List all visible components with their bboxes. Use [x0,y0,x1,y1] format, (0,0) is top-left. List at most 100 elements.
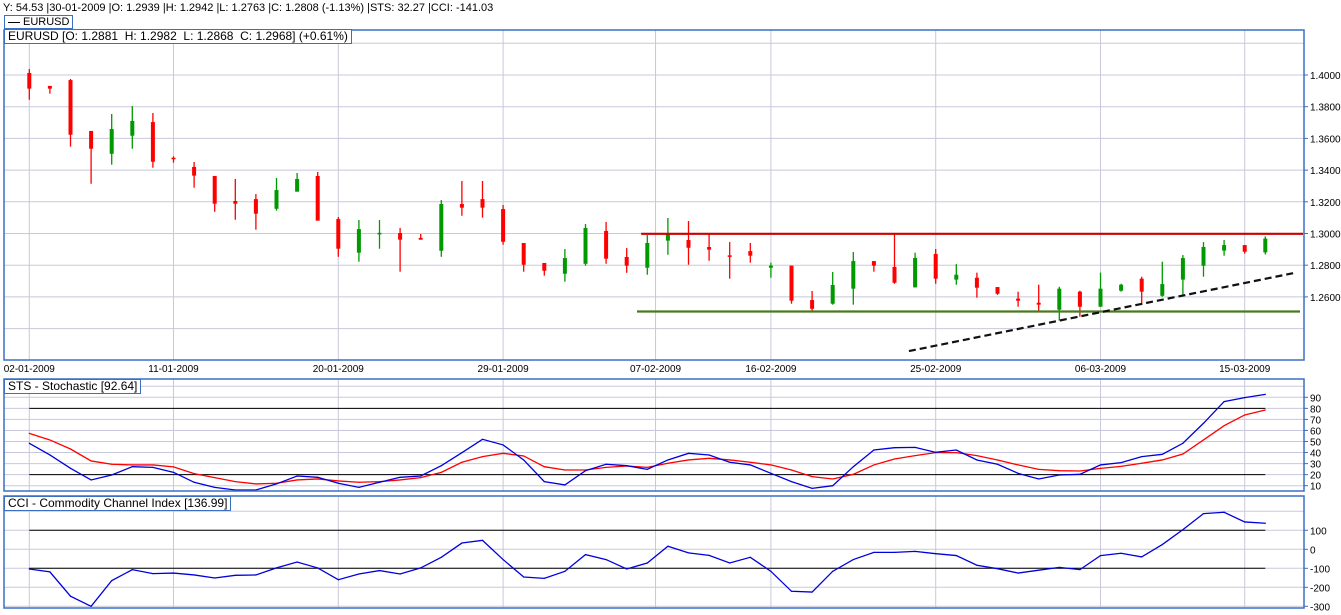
candle-body [418,237,423,240]
stochastic-d-line-point [111,463,113,465]
stochastic-k-line-point [584,470,587,472]
stochastic-d-line-point [646,466,648,468]
candle-34 [727,242,732,279]
candle-23 [501,204,506,245]
candle-body [47,85,52,89]
cci-line-point [193,574,195,576]
stochastic-k-line-point [1244,397,1246,399]
stochastic-d-line-point [440,471,442,473]
stochastic-d-line-point [172,466,175,468]
cci-line-point [1202,512,1205,515]
stochastic-d-line-point [234,481,236,483]
x-tick-label: 06-03-2009 [1075,364,1127,375]
candle-body [521,243,526,265]
candle-body [748,251,753,256]
cci-line [29,511,1266,608]
stochastic-d-line-point [461,461,463,463]
stochastic-d-line-point [729,459,731,461]
candle-body [624,256,629,266]
stochastic-k-line-point [1058,474,1060,476]
cci-line-point [914,550,916,552]
stochastic-k-line-point [440,465,442,467]
stochastic-k-line-point [893,447,896,449]
stochastic-k-line-point [502,444,504,446]
candle-42 [892,233,897,284]
stochastic-d-line-point [1182,453,1184,455]
stochastic-k-line-point [296,475,298,477]
cci-line-point [935,553,937,555]
candle-body [562,258,567,274]
stochastic-d-line-point [131,464,133,466]
cci-line-point [1017,572,1019,574]
x-tick-label: 29-01-2009 [478,364,530,375]
candle-29 [624,248,629,273]
candle-59 [1242,245,1247,254]
candle-body [1119,284,1124,291]
candle-body [933,253,938,279]
cci-panel-title: CCI - Commodity Channel Index [136.99] [4,496,232,511]
candle-19 [418,233,423,240]
candle-body [377,232,382,235]
cci-line-point [1079,569,1081,571]
stochastic-k-line-point [832,485,834,487]
stochastic-d-line-point [564,469,566,471]
stochastic-d-line-point [976,455,978,457]
stochastic-tick-label: 10 [1310,482,1322,493]
stochastic-k-line-point [152,466,154,468]
candle-28 [604,221,609,264]
stochastic-d-line-point [1223,425,1225,427]
candle-body [542,262,547,271]
x-tick-label: 15-03-2009 [1219,364,1271,375]
stochastic-d-line-point [1079,470,1081,472]
stochastic-k-line-point [626,465,628,467]
stochastic-tick-label: 40 [1310,449,1322,460]
candle-43 [913,252,918,288]
candle-body [1016,298,1021,301]
stochastic-k-line-point [749,464,751,466]
cci-line-point [1161,543,1163,546]
cci-line-point [69,595,72,597]
candle-body [892,266,897,283]
stochastic-k-line-point [193,481,195,483]
candle-body [150,122,155,162]
candle-body [810,300,815,309]
stochastic-d-line-point [1120,465,1122,467]
stochastic-d-line-point [955,452,957,454]
stochastic-d-line-point [1058,470,1060,472]
stochastic-d-line-point [605,466,607,468]
stochastic-tick-label: 90 [1310,393,1322,404]
stochastic-d-line-point [543,466,545,468]
stochastic-k-line-point [1202,422,1205,424]
candle-body [480,199,485,208]
candle-13 [295,172,300,192]
cci-line-point [152,573,154,575]
cci-line-point [378,569,381,572]
candle-body [1036,302,1041,305]
cci-line-point [708,554,710,556]
stochastic-d-line-point [811,476,813,478]
panel-frames [3,29,1305,609]
candle-4 [109,113,114,165]
stochastic-k-line-point [1038,478,1040,480]
stochastic-d-line-point [1161,459,1163,461]
candle-body [707,246,712,250]
candle-52 [1098,272,1103,307]
stochastic-d-line-point [358,481,360,483]
candle-body [583,227,588,264]
candle-37 [789,265,794,304]
stochastic-k-line-point [358,486,360,488]
stochastic-d-line-point [481,456,484,458]
price-tick-label: 1.3200 [1310,198,1341,209]
candle-60 [1263,236,1268,255]
candle-body [109,129,114,154]
cci-line-point [832,570,834,572]
stochastic-k-line-point [275,483,278,485]
stochastic-k-line-point [770,472,772,474]
candle-10 [233,178,238,220]
cci-line-point [852,558,854,561]
candle-45 [954,264,959,285]
cci-line-point [1120,552,1122,554]
chart-canvas[interactable]: 02-01-2009 11-01-2009 20-01-2009 29-01-2009… [0,0,1341,615]
stochastic-d-line-point [687,459,690,461]
candle-body [253,199,258,214]
